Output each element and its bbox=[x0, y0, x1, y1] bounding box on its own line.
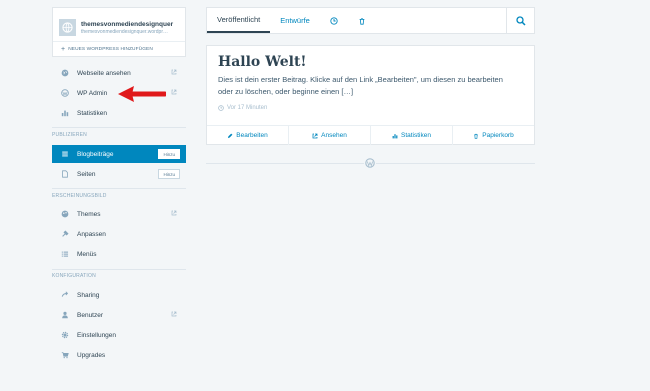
trash-label: Papierkorb bbox=[482, 132, 514, 139]
sidebar-item-view-site[interactable]: Webseite ansehen bbox=[52, 64, 186, 82]
clock-icon bbox=[218, 105, 224, 111]
trash-post-button[interactable]: Papierkorb bbox=[453, 126, 534, 145]
trash-icon bbox=[359, 17, 365, 25]
tab-drafts[interactable]: Entwürfe bbox=[270, 8, 320, 33]
edit-label: Bearbeiten bbox=[236, 132, 268, 139]
site-card[interactable]: themesvonmediendesignquer themesvonmedie… bbox=[52, 7, 186, 57]
external-link-icon bbox=[171, 210, 177, 216]
sidebar-item-customize[interactable]: Anpassen bbox=[52, 225, 186, 243]
external-link-icon bbox=[171, 69, 177, 75]
section-label-configuration: KONFIGURATION bbox=[52, 273, 96, 279]
section-divider bbox=[52, 188, 186, 189]
section-divider bbox=[52, 127, 186, 128]
annotation-arrow-icon bbox=[118, 86, 166, 102]
post-time: Vor 17 Minuten bbox=[218, 105, 267, 111]
sidebar-item-pages[interactable]: Seiten Hinzu bbox=[52, 165, 186, 183]
sidebar-item-label: Webseite ansehen bbox=[77, 69, 131, 77]
stats-icon bbox=[61, 110, 69, 117]
menus-icon bbox=[61, 251, 69, 257]
sidebar-item-label: WP Admin bbox=[77, 89, 108, 97]
post-time-label: Vor 17 Minuten bbox=[227, 105, 268, 111]
tab-published[interactable]: Veröffentlicht bbox=[207, 8, 271, 33]
section-label-publish: PUBLIZIEREN bbox=[52, 132, 87, 138]
external-link-icon bbox=[312, 133, 318, 138]
edit-post-button[interactable]: Bearbeiten bbox=[207, 126, 289, 145]
pencil-icon bbox=[228, 133, 233, 138]
stats-icon bbox=[392, 133, 398, 138]
sidebar-item-stats[interactable]: Statistiken bbox=[52, 104, 186, 122]
sidebar-item-label: Upgrades bbox=[77, 351, 106, 359]
site-title: themesvonmediendesignquer bbox=[81, 20, 174, 28]
add-new-site-button[interactable]: + NEUES WORDPRESS HINZUFÜGEN bbox=[53, 41, 185, 57]
plus-icon: + bbox=[61, 46, 66, 53]
view-label: Ansehen bbox=[321, 132, 347, 139]
sidebar-item-menus[interactable]: Menüs bbox=[52, 245, 186, 263]
cart-icon bbox=[61, 352, 69, 359]
sidebar-item-label: Statistiken bbox=[77, 109, 107, 117]
sidebar-item-label: Benutzer bbox=[77, 311, 104, 319]
pages-icon bbox=[62, 170, 68, 178]
stats-label: Statistiken bbox=[401, 132, 431, 139]
post-excerpt: Dies ist dein erster Beitrag. Klicke auf… bbox=[218, 75, 503, 96]
add-page-button[interactable]: Hinzu bbox=[158, 169, 180, 179]
share-icon bbox=[61, 291, 69, 297]
sidebar-item-label: Anpassen bbox=[77, 230, 106, 238]
sidebar-item-users[interactable]: Benutzer bbox=[52, 306, 186, 324]
themes-icon bbox=[61, 210, 69, 218]
section-label-appearance: ERSCHEINUNGSBILD bbox=[52, 193, 107, 199]
post-stats-button[interactable]: Statistiken bbox=[371, 126, 453, 145]
wordpress-logo-icon bbox=[364, 157, 376, 169]
trash-icon bbox=[474, 133, 479, 139]
posts-icon bbox=[62, 151, 68, 157]
section-divider bbox=[52, 269, 186, 270]
post-card: Hallo Welt! Dies ist dein erster Beitrag… bbox=[206, 45, 535, 145]
post-title[interactable]: Hallo Welt! bbox=[218, 54, 307, 70]
sidebar-item-posts[interactable]: Blogbeiträge Hinzu bbox=[52, 145, 186, 163]
add-new-site-label: NEUES WORDPRESS HINZUFÜGEN bbox=[68, 47, 153, 52]
sidebar-item-settings[interactable]: Einstellungen bbox=[52, 326, 186, 344]
view-post-button[interactable]: Ansehen bbox=[289, 126, 371, 145]
wordpress-icon bbox=[61, 89, 69, 97]
tab-trash[interactable] bbox=[348, 8, 376, 33]
customize-icon bbox=[62, 230, 69, 237]
post-actions: Bearbeiten Ansehen Statistiken Papierkor… bbox=[207, 125, 534, 145]
post-status-tabs: Veröffentlicht Entwürfe bbox=[206, 7, 535, 34]
sidebar-item-label: Seiten bbox=[77, 170, 96, 178]
sidebar-item-sharing[interactable]: Sharing bbox=[52, 286, 186, 304]
gear-icon bbox=[61, 331, 69, 339]
external-link-icon bbox=[171, 89, 177, 95]
site-url: themesvonmediendesignquer.wordpr… bbox=[81, 28, 168, 35]
sidebar-item-themes[interactable]: Themes bbox=[52, 205, 186, 223]
sidebar-item-label: Blogbeiträge bbox=[77, 150, 114, 158]
sidebar-item-label: Einstellungen bbox=[77, 331, 117, 339]
sidebar-item-label: Menüs bbox=[77, 250, 97, 258]
add-post-button[interactable]: Hinzu bbox=[158, 149, 180, 159]
sidebar-item-upgrades[interactable]: Upgrades bbox=[52, 346, 186, 364]
search-icon bbox=[515, 15, 526, 26]
sidebar-item-label: Themes bbox=[77, 210, 101, 218]
clock-icon bbox=[330, 16, 338, 25]
sidebar-item-label: Sharing bbox=[77, 291, 100, 299]
search-button[interactable] bbox=[506, 8, 534, 33]
user-icon bbox=[62, 311, 68, 319]
external-link-icon bbox=[171, 311, 177, 317]
globe-icon bbox=[61, 69, 69, 77]
tab-scheduled[interactable] bbox=[320, 8, 348, 33]
site-globe-icon bbox=[59, 19, 76, 36]
